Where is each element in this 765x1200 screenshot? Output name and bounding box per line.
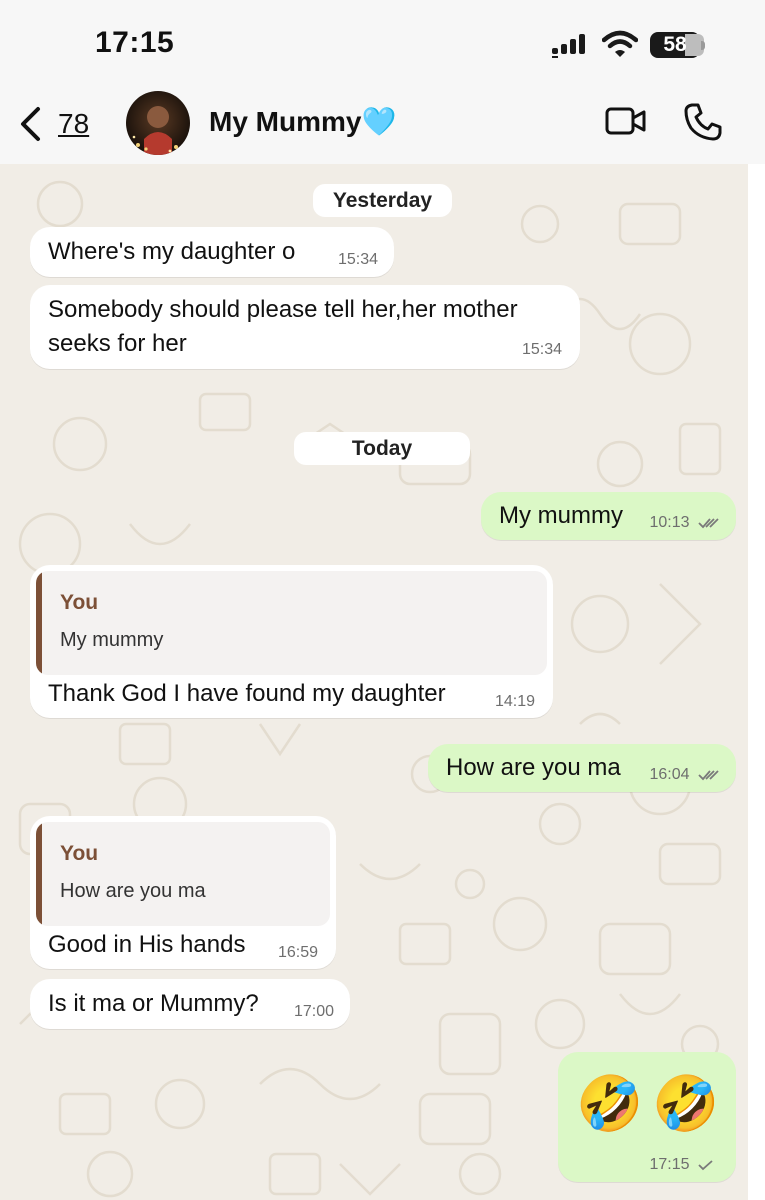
message-time: 14:19 xyxy=(494,693,535,710)
message-time-label: 16:04 xyxy=(649,766,690,783)
message-bubble[interactable]: Somebody should please tell her,her moth… xyxy=(30,285,580,369)
status-bar: 17:15 58 xyxy=(0,0,765,78)
quoted-message[interactable]: You How are you ma xyxy=(36,822,330,926)
avatar[interactable] xyxy=(126,91,190,155)
message-bubble[interactable]: Where's my daughter o 15:34 xyxy=(30,227,394,277)
message-time-label: 17:15 xyxy=(649,1156,690,1173)
message-time: 17:00 xyxy=(293,1003,334,1020)
message-text: Good in His hands xyxy=(48,931,246,958)
double-check-icon xyxy=(698,770,719,781)
message-time: 16:04 xyxy=(650,766,721,784)
message-time: 16:59 xyxy=(277,944,318,961)
message-time: 10:13 xyxy=(650,514,721,532)
message-text: Where's my daughter o xyxy=(48,238,296,265)
unread-chats-count: 78 xyxy=(58,108,90,139)
message-bubble[interactable]: 🤣 🤣 17:15 xyxy=(558,1052,736,1182)
message-bubble[interactable]: How are you ma 16:04 xyxy=(428,744,736,792)
message-text: Somebody should please tell her,her moth… xyxy=(48,296,518,357)
rolling-on-floor-laughing-emoji: 🤣 xyxy=(576,1074,644,1134)
status-time: 17:15 xyxy=(95,26,175,59)
message-text: My mummy xyxy=(499,502,623,529)
back-button[interactable]: 78 xyxy=(18,104,98,144)
message-time-label: 10:13 xyxy=(649,514,690,531)
scroll-edge xyxy=(748,164,765,1200)
message-text: Thank God I have found my daughter xyxy=(48,680,446,707)
quote-accent-bar xyxy=(36,822,42,926)
quote-author: You xyxy=(60,591,99,614)
quote-author: You xyxy=(60,842,99,865)
wifi-icon xyxy=(602,30,638,57)
message-time: 17:15 xyxy=(650,1156,715,1174)
message-time: 15:34 xyxy=(521,341,562,358)
chat-area[interactable]: Yesterday Where's my daughter o 15:34 So… xyxy=(0,164,748,1200)
video-call-button[interactable] xyxy=(604,104,648,138)
date-separator-yesterday: Yesterday xyxy=(313,184,452,217)
message-bubble[interactable]: You My mummy Thank God I have found my d… xyxy=(30,565,553,718)
phone-icon[interactable] xyxy=(683,102,723,142)
quote-text: How are you ma xyxy=(60,880,206,902)
message-text: How are you ma xyxy=(446,754,621,781)
quote-accent-bar xyxy=(36,571,42,675)
date-separator-today: Today xyxy=(294,432,470,465)
message-bubble[interactable]: Is it ma or Mummy? 17:00 xyxy=(30,979,350,1029)
message-bubble[interactable]: You How are you ma Good in His hands 16:… xyxy=(30,816,336,969)
quote-text: My mummy xyxy=(60,629,164,651)
contact-name[interactable]: My Mummy🩵 xyxy=(209,105,396,138)
rolling-on-floor-laughing-emoji: 🤣 xyxy=(652,1074,720,1134)
double-check-icon xyxy=(698,518,719,529)
message-text: Is it ma or Mummy? xyxy=(48,990,259,1017)
message-time: 15:34 xyxy=(337,251,378,268)
chat-header: 78 My Mummy🩵 xyxy=(0,78,765,164)
single-check-icon xyxy=(698,1160,713,1171)
battery-percent: 58 xyxy=(663,33,687,56)
chevron-left-icon xyxy=(21,107,40,141)
message-bubble[interactable]: My mummy 10:13 xyxy=(481,492,736,540)
cellular-signal-icon xyxy=(552,34,585,58)
battery-icon: 58 xyxy=(650,32,706,58)
quoted-message[interactable]: You My mummy xyxy=(36,571,547,675)
